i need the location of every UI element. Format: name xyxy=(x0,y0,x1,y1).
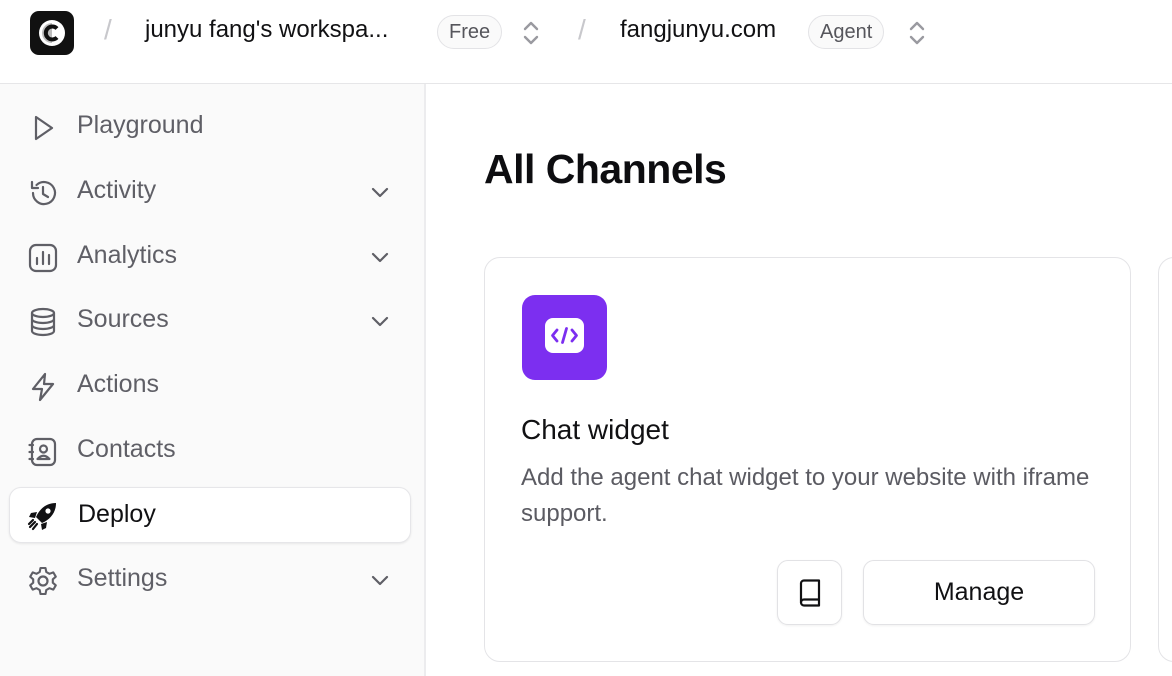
gear-icon xyxy=(29,566,57,596)
docs-button[interactable] xyxy=(777,560,842,625)
database-icon xyxy=(30,307,56,337)
bar-chart-icon xyxy=(28,243,58,273)
sidebar-item-actions[interactable]: Actions xyxy=(9,358,411,414)
agent-switcher-icon[interactable] xyxy=(906,19,928,47)
play-icon xyxy=(34,115,54,141)
channel-title: Chat widget xyxy=(521,414,669,445)
sidebar-item-label: Playground xyxy=(77,111,204,139)
history-icon xyxy=(30,180,57,206)
code-icon xyxy=(522,295,607,380)
sidebar-item-sources[interactable]: Sources xyxy=(9,293,411,349)
top-bar: / junyu fang's workspa... Free / fangjun… xyxy=(0,0,1172,84)
breadcrumb-separator: / xyxy=(104,14,112,45)
lightning-icon xyxy=(31,372,55,402)
sidebar-item-label: Analytics xyxy=(77,241,178,269)
sidebar-item-label: Contacts xyxy=(77,435,176,463)
sidebar-item-analytics[interactable]: Analytics xyxy=(9,229,411,285)
workspace-name[interactable]: junyu fang's workspa... xyxy=(145,16,388,44)
channel-description: Add the agent chat widget to your websit… xyxy=(521,464,1090,527)
agent-badge: Agent xyxy=(808,15,885,49)
sidebar-item-label: Sources xyxy=(77,305,169,333)
chevron-down-icon[interactable] xyxy=(369,310,391,332)
plan-badge: Free xyxy=(437,15,503,49)
chevron-down-icon[interactable] xyxy=(369,569,391,591)
chevron-down-icon[interactable] xyxy=(369,246,391,268)
logo-icon[interactable] xyxy=(30,11,74,55)
book-icon xyxy=(799,578,820,607)
sidebar-item-label: Settings xyxy=(77,564,168,592)
sidebar-item-activity[interactable]: Activity xyxy=(9,164,411,220)
sidebar-item-deploy[interactable]: Deploy xyxy=(9,487,411,543)
contact-book-icon xyxy=(28,437,57,467)
sidebar-item-label: Activity xyxy=(77,176,157,204)
agent-name[interactable]: fangjunyu.com xyxy=(620,16,776,44)
manage-button[interactable]: Manage xyxy=(863,560,1095,625)
sidebar-item-settings[interactable]: Settings xyxy=(9,552,411,608)
channel-card-chat-widget: Chat widget Add the agent chat widget to… xyxy=(484,257,1131,662)
rocket-icon xyxy=(27,503,56,531)
breadcrumb-separator: / xyxy=(578,14,586,45)
sidebar-item-label: Deploy xyxy=(78,500,156,528)
channel-card-next[interactable] xyxy=(1158,257,1172,662)
page-title: All Channels xyxy=(484,146,727,192)
workspace-switcher-icon[interactable] xyxy=(520,19,542,47)
sidebar-item-label: Actions xyxy=(77,370,159,398)
chevron-down-icon[interactable] xyxy=(369,181,391,203)
sidebar-item-playground[interactable]: Playground xyxy=(9,99,411,155)
sidebar-item-contacts[interactable]: Contacts xyxy=(9,423,411,479)
sidebar: Playground Activity Analytics Sources Ac… xyxy=(0,84,426,676)
